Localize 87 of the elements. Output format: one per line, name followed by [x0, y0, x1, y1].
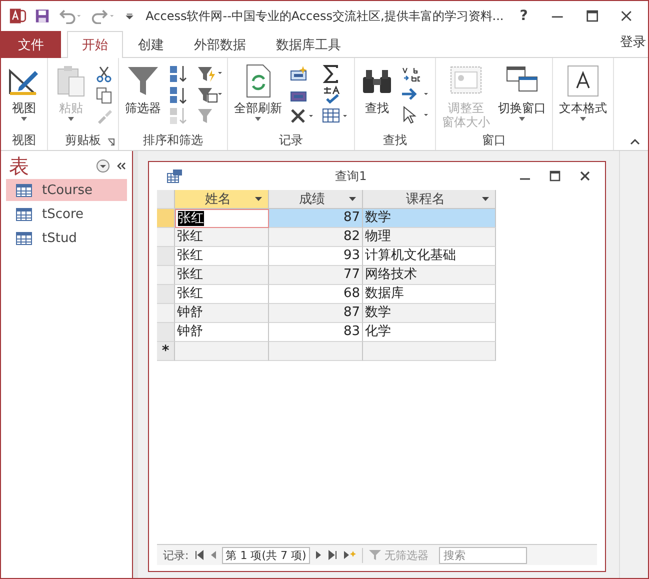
dropdown-circle-icon[interactable]	[96, 159, 110, 173]
caret-icon	[20, 117, 28, 122]
file-tab[interactable]: 文件	[1, 31, 61, 58]
app-logo-icon[interactable]	[9, 6, 28, 26]
group-label: 窗口	[482, 132, 506, 150]
new-record-nav-icon[interactable]	[343, 550, 358, 560]
next-record-icon[interactable]	[315, 550, 324, 560]
filter-icon	[369, 550, 382, 560]
record-position-field[interactable]: 第 1 项(共 7 项)	[222, 546, 310, 564]
new-record-marker: *	[157, 342, 175, 361]
filter-icon	[126, 64, 160, 98]
table-cell[interactable]: 87	[269, 209, 363, 228]
save-icon[interactable]	[35, 8, 50, 24]
table-cell[interactable]	[363, 342, 496, 361]
table-cell[interactable]: 77	[269, 266, 363, 285]
previous-record-icon[interactable]	[208, 550, 217, 560]
more-icon[interactable]	[321, 107, 349, 126]
record-label: 记录:	[163, 548, 189, 562]
collapse-pane-icon[interactable]	[116, 161, 126, 171]
sigma-icon[interactable]	[321, 64, 341, 84]
table-cell[interactable]: 网络技术	[363, 266, 496, 285]
table-cell[interactable]: 钟舒	[175, 304, 269, 323]
column-header[interactable]: 成绩	[269, 190, 363, 209]
column-header[interactable]: 课程名	[363, 190, 496, 209]
ribbon-tab[interactable]: 开始	[67, 31, 123, 58]
ribbon-tab[interactable]: 数据库工具	[261, 31, 356, 58]
query-icon	[167, 169, 183, 183]
table-cell[interactable]: 数学	[363, 209, 496, 228]
column-header[interactable]: 姓名	[175, 190, 269, 209]
ribbon-button[interactable]: 全部刷新	[231, 61, 285, 130]
arrow-right-icon[interactable]	[400, 86, 430, 102]
spelling-icon[interactable]	[321, 85, 341, 106]
group-label: 排序和筛选	[143, 132, 203, 148]
table-cell[interactable]: 张红	[175, 228, 269, 247]
delete-icon[interactable]	[289, 106, 315, 124]
nav-pane-title: 表	[9, 152, 30, 180]
group-label: 视图	[12, 132, 36, 148]
customize-dropdown-icon[interactable]	[124, 11, 134, 21]
caret-icon	[482, 197, 489, 201]
group-label: 剪贴板	[65, 132, 101, 148]
table-cell[interactable]	[269, 342, 363, 361]
maximize-icon[interactable]	[549, 170, 561, 182]
ribbon-button[interactable]: 视图	[4, 61, 44, 130]
close-icon[interactable]	[579, 170, 591, 182]
undo-icon[interactable]	[58, 8, 84, 24]
caret-icon	[579, 117, 587, 122]
table-cell[interactable]: 张红	[175, 266, 269, 285]
table-icon	[16, 208, 32, 220]
sign-in-link[interactable]: 登录	[620, 31, 648, 51]
table-cell[interactable]: 82	[269, 228, 363, 247]
close-icon[interactable]	[620, 9, 634, 23]
ribbon-button[interactable]: 切换窗口	[495, 61, 549, 132]
binoculars-icon	[361, 67, 393, 95]
nav-item[interactable]: tScore	[6, 203, 127, 225]
ribbon-tab[interactable]: 外部数据	[179, 31, 261, 58]
caret-icon	[518, 117, 526, 122]
caret-icon	[349, 197, 356, 201]
text-format-icon	[567, 65, 599, 97]
caret-icon	[255, 197, 262, 201]
search-field[interactable]: 搜索	[439, 546, 528, 564]
table-icon	[16, 184, 32, 196]
scissors-icon[interactable]	[95, 64, 113, 82]
window-title: Access软件网--中国专业的Access交流社区,提供丰富的学习资料...	[146, 8, 504, 24]
copy-icon[interactable]	[95, 86, 113, 104]
table-cell[interactable]	[175, 342, 269, 361]
query-window-title: 查询1	[334, 168, 368, 184]
nav-item[interactable]: tCourse	[6, 179, 127, 201]
ribbon-button[interactable]: 筛选器	[122, 61, 164, 130]
maximize-icon[interactable]	[586, 9, 598, 23]
table-cell[interactable]: 87	[269, 304, 363, 323]
ribbon-button[interactable]: 查找	[358, 61, 396, 130]
caret-icon	[254, 117, 262, 122]
help-button[interactable]: ?	[512, 8, 536, 24]
collapse-ribbon-icon[interactable]	[630, 139, 640, 145]
nav-item[interactable]: tStud	[6, 227, 127, 249]
table-icon	[16, 232, 32, 244]
ribbon-button[interactable]: 文本格式	[556, 61, 610, 130]
caret-icon	[67, 117, 75, 122]
table-cell[interactable]: 物理	[363, 228, 496, 247]
group-label: 记录	[279, 132, 303, 148]
new-record-icon[interactable]	[289, 64, 309, 82]
dialog-launcher-icon[interactable]	[107, 138, 115, 146]
group-label: 查找	[383, 132, 407, 148]
last-record-icon[interactable]	[328, 550, 338, 560]
ribbon-tab[interactable]: 创建	[123, 31, 179, 58]
table-cell[interactable]: 数学	[363, 304, 496, 323]
first-record-icon[interactable]	[194, 550, 204, 560]
